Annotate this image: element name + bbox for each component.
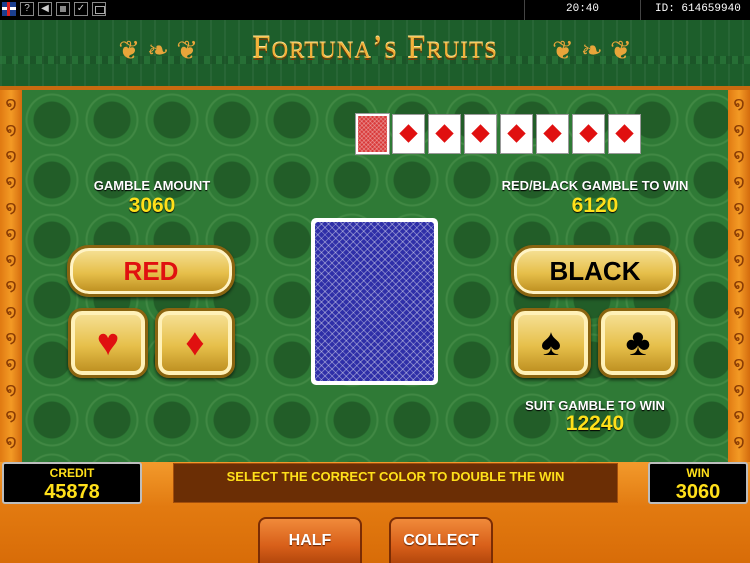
frame-right: ໑໑໑໑໑໑໑໑໑໑໑໑໑໑ <box>728 90 750 462</box>
separator <box>640 0 641 20</box>
system-bar: ? ◀ ✓ 20:40 ID: 614659940 <box>0 0 750 20</box>
clock: 20:40 <box>566 3 600 15</box>
diamond-icon <box>579 124 598 143</box>
history-card <box>536 114 569 154</box>
flag-icon[interactable] <box>2 2 16 16</box>
session-id: ID: 614659940 <box>655 3 741 15</box>
instruction-message: SELECT THE CORRECT COLOR TO DOUBLE THE W… <box>173 463 618 503</box>
win-value: 3060 <box>675 481 721 503</box>
diamond-button[interactable]: ♦ <box>155 308 235 378</box>
suit-win-value: 12240 <box>565 412 625 435</box>
screen-icon[interactable] <box>92 2 106 16</box>
history-card <box>428 114 461 154</box>
gamble-amount-value: 3060 <box>128 194 176 217</box>
history-card <box>608 114 641 154</box>
collect-button[interactable]: COLLECT <box>389 517 493 563</box>
red-black-win-value: 6120 <box>571 194 619 217</box>
gamble-amount-label: GAMBLE AMOUNT <box>93 178 211 193</box>
half-button[interactable]: HALF <box>258 517 362 563</box>
back-icon[interactable]: ◀ <box>38 2 52 16</box>
club-button[interactable]: ♣ <box>598 308 678 378</box>
red-button[interactable]: RED <box>67 245 235 297</box>
history-card <box>464 114 497 154</box>
win-box: WIN 3060 <box>648 462 748 504</box>
black-button[interactable]: BLACK <box>511 245 679 297</box>
card-history <box>355 113 641 155</box>
system-icons: ? ◀ ✓ <box>2 2 106 16</box>
red-black-win-label: RED/BLACK GAMBLE TO WIN <box>501 178 689 193</box>
diamond-icon <box>471 124 490 143</box>
diamond-icon <box>399 124 418 143</box>
win-label: WIN <box>686 466 710 480</box>
diamond-icon <box>435 124 454 143</box>
separator <box>524 0 525 20</box>
history-card <box>572 114 605 154</box>
diamond-icon <box>507 124 526 143</box>
diamond-icon <box>543 124 562 143</box>
suit-win-label: SUIT GAMBLE TO WIN <box>525 398 665 413</box>
spade-button[interactable]: ♠ <box>511 308 591 378</box>
history-card <box>500 114 533 154</box>
history-card <box>392 114 425 154</box>
frame-left: ໑໑໑໑໑໑໑໑໑໑໑໑໑໑ <box>0 90 22 462</box>
credit-label: CREDIT <box>49 466 95 480</box>
heart-button[interactable]: ♥ <box>68 308 148 378</box>
credit-box: CREDIT 45878 <box>2 462 142 504</box>
help-icon[interactable]: ? <box>20 2 34 16</box>
diamond-icon <box>615 124 634 143</box>
history-card-back <box>355 113 390 155</box>
stop-icon[interactable] <box>56 2 70 16</box>
card-back-pattern <box>315 222 434 381</box>
gamble-card <box>311 218 438 385</box>
credit-value: 45878 <box>44 481 100 503</box>
check-icon[interactable]: ✓ <box>74 2 88 16</box>
game-title: Fortuna’s Fruits <box>252 30 498 66</box>
